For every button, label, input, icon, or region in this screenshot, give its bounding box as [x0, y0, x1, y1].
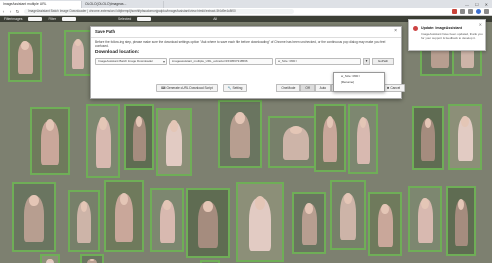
filter-label: Filter — [48, 17, 57, 21]
gallery-thumbnail[interactable] — [330, 180, 366, 250]
extension-icon[interactable] — [468, 9, 473, 14]
gallery-thumbnail[interactable] — [30, 107, 70, 175]
update-notification: ✕ Update: ImageAssistant ImageAssistant … — [408, 19, 486, 51]
filter-images-label: Filterimages — [4, 17, 23, 21]
browser-tab-2[interactable]: OLOLO(OLOLO)Imageas... — [82, 1, 164, 8]
extension-icons — [452, 9, 492, 14]
close-window-button[interactable]: ✕ — [485, 1, 488, 8]
reload-icon[interactable]: ↻ — [14, 9, 21, 15]
dropdown-item[interactable]: [Rename] — [334, 79, 384, 85]
all-label: All — [213, 17, 217, 21]
browser-tab-bar: ImageAssistant multiple URL OLOLO(OLOLO)… — [0, 0, 492, 8]
notification-title: Update: ImageAssistant — [421, 26, 462, 30]
maximize-button[interactable]: ☐ — [475, 1, 479, 8]
thumbnail-face — [254, 196, 266, 210]
cancel-button[interactable]: ✖ Cancel — [381, 84, 406, 92]
selected-label: Selected — [118, 17, 132, 21]
thumbnail-face — [45, 119, 55, 131]
gallery-thumbnail[interactable] — [68, 190, 100, 252]
gallery-thumbnail[interactable] — [446, 186, 476, 256]
gallery-thumbnail[interactable] — [40, 254, 60, 263]
rename-dropdown-menu: w_Size >800 / [Rename] — [333, 72, 385, 92]
back-icon[interactable]: ‹ — [0, 9, 7, 14]
thumbnail-face — [203, 200, 213, 213]
thumbnail-face — [29, 194, 39, 207]
minimize-button[interactable]: — — [465, 1, 469, 8]
one-mode-label: OneMode — [276, 84, 301, 92]
thumbnail-face — [80, 201, 88, 212]
thumbnail-face — [235, 112, 245, 124]
selected-select[interactable] — [137, 17, 152, 21]
divider — [91, 37, 401, 38]
thumbnail-face — [75, 38, 81, 47]
gallery-thumbnail[interactable] — [408, 186, 442, 252]
browser-tab-1[interactable]: ImageAssistant multiple URL — [0, 1, 82, 8]
profile-avatar-icon[interactable] — [476, 9, 481, 14]
filter-images-select[interactable] — [28, 17, 43, 21]
thumbnail-face — [305, 203, 313, 214]
gallery-thumbnail[interactable] — [156, 108, 192, 176]
thumbnail-face — [421, 197, 429, 210]
gallery-thumbnail[interactable] — [314, 104, 346, 172]
gallery-thumbnail[interactable] — [80, 254, 104, 263]
download-location-label: Download location: — [95, 50, 140, 55]
thumbnail-face — [461, 115, 469, 128]
thumbnail-face — [163, 199, 171, 211]
gallery-thumbnail[interactable] — [12, 182, 56, 252]
extension-icon[interactable] — [452, 9, 457, 14]
filter-select[interactable] — [62, 17, 77, 21]
gallery-thumbnail[interactable] — [348, 104, 378, 174]
extension-logo-icon — [413, 26, 418, 31]
thumbnail-face — [99, 117, 107, 130]
rename-input[interactable]: w_Size >800 / — [275, 58, 361, 65]
setting-label: Setting — [232, 86, 243, 90]
dialog-title: Save Path — [95, 29, 116, 34]
gallery-thumbnail[interactable] — [124, 104, 154, 170]
gallery-thumbnail[interactable] — [8, 32, 42, 82]
gallery-thumbnail[interactable] — [150, 188, 184, 252]
mode-auto-button[interactable]: Auto — [314, 84, 332, 92]
generate-curl-script-button[interactable]: ⌨ Generate cURL Download Script — [156, 84, 218, 92]
thumbnail-face — [326, 116, 334, 128]
gallery-thumbnail[interactable] — [412, 106, 444, 170]
rename-dropdown-button[interactable]: ▾ — [363, 58, 370, 65]
thumbnail-face — [170, 120, 178, 132]
forward-icon[interactable]: › — [7, 9, 14, 14]
generate-curl-label: Generate cURL Download Script — [166, 86, 213, 90]
gallery-thumbnail[interactable] — [218, 100, 262, 168]
close-icon[interactable]: ✕ — [479, 22, 482, 27]
mode-off-button[interactable]: Off — [300, 84, 315, 92]
close-icon[interactable]: × — [394, 28, 397, 34]
cancel-label: Cancel — [390, 86, 401, 90]
gallery-thumbnail[interactable] — [86, 104, 120, 178]
download-location-row: ImageAssistant Batch Image Downloader im… — [95, 58, 397, 65]
dialog-description: Before the follow-ing step, please make … — [95, 40, 386, 48]
notification-body: ImageAssistant have been updated, thank … — [421, 32, 483, 40]
thumbnail-face — [21, 41, 29, 50]
base-folder-select[interactable]: ImageAssistant Batch Image Downloader — [95, 58, 167, 65]
address-bar[interactable]: ImageAssistant Batch Image Downloader | … — [24, 8, 294, 15]
gallery-thumbnail[interactable] — [104, 180, 144, 252]
window-controls: — ☐ ✕ — [465, 1, 492, 8]
menu-icon[interactable] — [484, 9, 489, 14]
extension-icon[interactable] — [460, 9, 465, 14]
thumbnail-face — [344, 192, 352, 205]
browser-toolbar: ‹ › ↻ ImageAssistant Batch Image Downloa… — [0, 8, 492, 16]
gopath-button[interactable]: GoPath — [372, 58, 394, 65]
setting-button[interactable]: 🔧 Setting — [222, 84, 248, 92]
gallery-thumbnail[interactable] — [64, 30, 92, 76]
gallery-thumbnail[interactable] — [448, 104, 482, 170]
gallery-thumbnail[interactable] — [236, 182, 284, 262]
gallery-thumbnail[interactable] — [368, 192, 402, 256]
subfolder-input[interactable]: imageassistant_multiple_URL_extractor/15… — [169, 58, 273, 65]
thumbnail-face — [381, 203, 389, 215]
gallery-thumbnail[interactable] — [292, 192, 326, 254]
gallery-thumbnail[interactable] — [186, 188, 230, 258]
